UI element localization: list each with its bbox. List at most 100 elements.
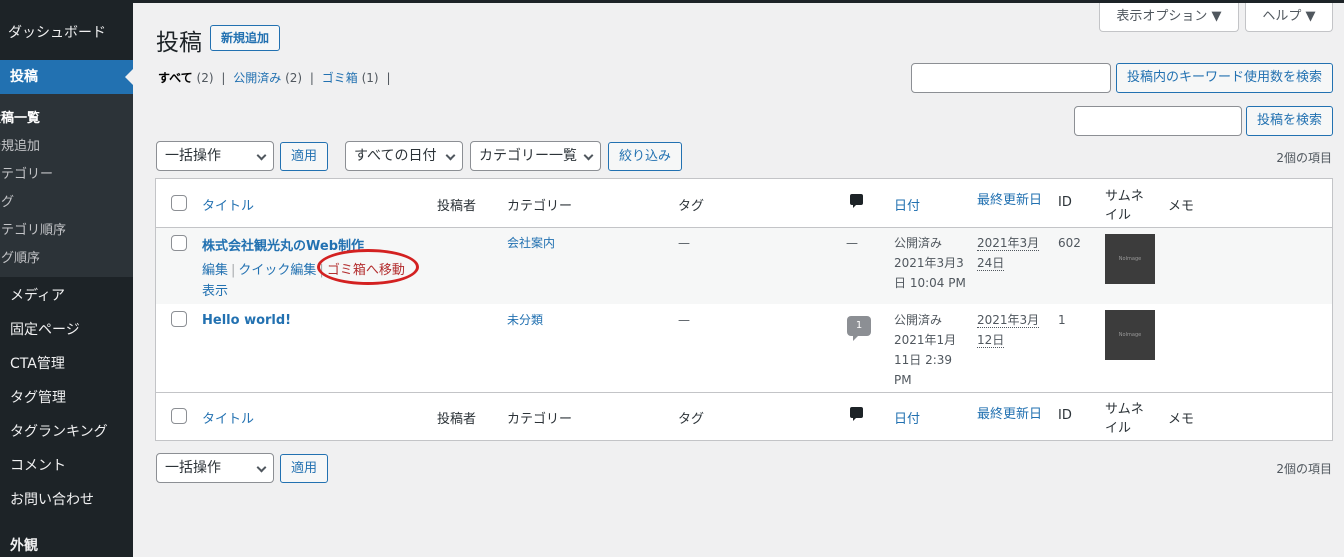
- date-line3: 日 10:04 PM: [894, 276, 966, 290]
- sidebar-item-appearance[interactable]: 外観: [10, 535, 38, 555]
- category-filter-value: カテゴリー一覧: [479, 148, 577, 164]
- column-modified[interactable]: 最終更新日: [977, 189, 1042, 208]
- search-posts-button[interactable]: 投稿を検索: [1246, 106, 1333, 136]
- category-filter-select[interactable]: カテゴリー一覧: [470, 141, 601, 171]
- sidebar-sub-tag-order[interactable]: タグ順序: [0, 247, 40, 266]
- column-id[interactable]: ID: [1058, 195, 1072, 210]
- column-memo: メモ: [1168, 199, 1195, 214]
- column-modified[interactable]: 最終更新日: [977, 403, 1042, 422]
- sidebar-item-media[interactable]: メディア: [10, 285, 65, 305]
- view-trash-link[interactable]: ゴミ箱: [322, 71, 358, 85]
- modified-line1: 2021年3月: [977, 313, 1040, 328]
- apply-button[interactable]: 適用: [280, 142, 328, 171]
- date-filter-select[interactable]: すべての日付: [345, 141, 463, 171]
- bulk-action-value: 一括操作: [165, 148, 221, 164]
- item-count: 2個の項目: [1276, 151, 1332, 165]
- sidebar-item-pages[interactable]: 固定ページ: [10, 319, 80, 339]
- post-title-link[interactable]: Hello world!: [202, 313, 291, 328]
- column-date[interactable]: 日付: [894, 195, 920, 214]
- sidebar-sub-all-posts[interactable]: 投稿一覧: [0, 107, 40, 126]
- quick-edit-link[interactable]: クイック編集: [238, 263, 316, 278]
- column-title[interactable]: タイトル: [202, 408, 254, 427]
- row-checkbox[interactable]: [171, 311, 187, 327]
- comment-bubble-icon[interactable]: [850, 407, 863, 421]
- posts-table: タイトル 投稿者 カテゴリー タグ 日付 最終更新日 ID サムネ イル メモ …: [155, 178, 1333, 441]
- column-tags: タグ: [678, 412, 705, 427]
- category-link[interactable]: 未分類: [507, 310, 543, 330]
- column-tags: タグ: [678, 199, 705, 214]
- sidebar-item-contact[interactable]: お問い合わせ: [10, 489, 94, 509]
- item-count-bottom: 2個の項目: [1276, 462, 1332, 476]
- sidebar-item-tag-ranking[interactable]: タグランキング: [10, 421, 108, 441]
- sidebar-item-tag-management[interactable]: タグ管理: [10, 387, 66, 407]
- table-header: タイトル 投稿者 カテゴリー タグ 日付 最終更新日 ID サムネ イル メモ: [156, 179, 1332, 228]
- date-filter-value: すべての日付: [354, 148, 437, 164]
- sidebar-item-dashboard[interactable]: ダッシュボード: [8, 22, 141, 42]
- separator: |: [386, 71, 391, 85]
- chevron-down-icon: [583, 150, 594, 161]
- comment-count-bubble-icon[interactable]: 1: [847, 316, 871, 341]
- bulk-action-value: 一括操作: [165, 460, 221, 476]
- date-line2: 2021年1月: [894, 333, 957, 347]
- sidebar-sub-categories[interactable]: カテゴリー: [0, 163, 53, 182]
- add-new-button[interactable]: 新規追加: [210, 25, 280, 51]
- column-thumbnail-line2: イル: [1105, 208, 1132, 223]
- column-title[interactable]: タイトル: [202, 195, 254, 214]
- separator: |: [309, 71, 314, 85]
- bulk-action-select-bottom[interactable]: 一括操作: [156, 453, 274, 483]
- sidebar-item-cta[interactable]: CTA管理: [10, 353, 65, 373]
- view-published-link[interactable]: 公開済み: [233, 71, 281, 85]
- sidebar-sub-tags[interactable]: タグ: [0, 191, 14, 210]
- column-memo: メモ: [1168, 412, 1195, 427]
- keyword-count-search-button[interactable]: 投稿内のキーワード使用数を検索: [1116, 63, 1333, 93]
- column-id[interactable]: ID: [1058, 408, 1072, 423]
- view-link[interactable]: 表示: [202, 280, 228, 299]
- row-checkbox[interactable]: [171, 235, 187, 251]
- date-status: 公開済み: [894, 236, 943, 250]
- post-search-input[interactable]: [1074, 106, 1242, 136]
- date-line3: 11日 2:39: [894, 353, 953, 367]
- screen-options-tab[interactable]: 表示オプション ▼: [1099, 3, 1239, 32]
- table-row: 株式会社観光丸のWeb制作 編集 | クイック編集 | ゴミ箱へ移動 表示 会社案内 —…: [156, 228, 1332, 304]
- view-published-count: (2): [285, 71, 303, 85]
- date-line4: PM: [894, 373, 912, 387]
- highlight-circle: [317, 249, 419, 285]
- keyword-search-input[interactable]: [911, 63, 1111, 93]
- thumbnail-image: NoImage: [1105, 234, 1155, 284]
- column-category: カテゴリー: [507, 412, 573, 427]
- post-status-filter: すべて (2) | 公開済み (2) | ゴミ箱 (1) |: [158, 69, 394, 86]
- select-all-checkbox[interactable]: [171, 408, 187, 424]
- column-thumbnail-line1: サムネ: [1105, 402, 1144, 417]
- comments-value: —: [846, 236, 858, 250]
- edit-link[interactable]: 編集: [202, 263, 228, 278]
- table-row: Hello world! 未分類 — 1 公開済み 2021年1月 11日 2:…: [156, 304, 1332, 392]
- column-thumbnail-line1: サムネ: [1105, 189, 1144, 204]
- chevron-down-icon: [256, 462, 267, 473]
- view-all-link[interactable]: すべて: [158, 71, 193, 85]
- admin-sidebar: ダッシュボード 投稿 投稿一覧 新規追加 カテゴリー タグ カテゴリ順序 タグ順…: [0, 0, 133, 557]
- column-date[interactable]: 日付: [894, 408, 920, 427]
- apply-button-bottom[interactable]: 適用: [280, 454, 328, 483]
- sidebar-item-comments[interactable]: コメント: [10, 455, 66, 475]
- thumbnail-image: NoImage: [1105, 310, 1155, 360]
- modified-line2: 24日: [977, 256, 1005, 271]
- page-title: 投稿: [156, 30, 202, 56]
- post-id: 1: [1058, 313, 1066, 327]
- category-link[interactable]: 会社案内: [507, 233, 555, 253]
- sidebar-sub-category-order[interactable]: カテゴリ順序: [0, 219, 66, 238]
- current-menu-arrow-icon: [125, 69, 133, 85]
- help-tab[interactable]: ヘルプ ▼: [1245, 3, 1333, 32]
- column-author: 投稿者: [437, 412, 477, 427]
- modified-line2: 12日: [977, 333, 1005, 348]
- date-status: 公開済み: [894, 313, 943, 327]
- sidebar-item-posts[interactable]: 投稿: [0, 60, 133, 94]
- column-category: カテゴリー: [507, 199, 573, 214]
- table-footer: タイトル 投稿者 カテゴリー タグ 日付 最終更新日 ID サムネ イル メモ: [156, 393, 1332, 441]
- filter-button[interactable]: 絞り込み: [608, 142, 682, 171]
- select-all-checkbox[interactable]: [171, 195, 187, 211]
- chevron-down-icon: [445, 150, 456, 161]
- bulk-action-select[interactable]: 一括操作: [156, 141, 274, 171]
- chevron-down-icon: [256, 150, 267, 161]
- sidebar-sub-add-new[interactable]: 新規追加: [0, 135, 40, 154]
- comment-bubble-icon[interactable]: [850, 194, 863, 208]
